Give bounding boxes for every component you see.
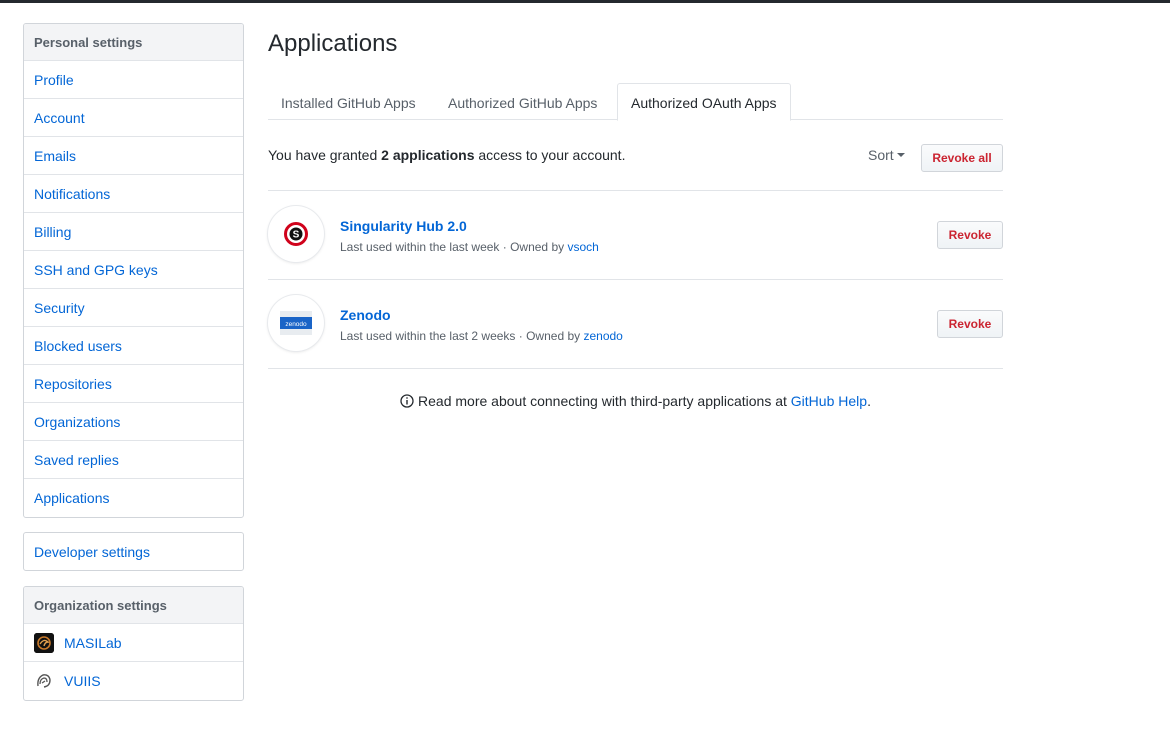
sidebar-item-org-vuiis[interactable]: VUIIS [24,662,243,700]
app-meta: Last used within the last week · Owned b… [340,240,599,254]
sidebar-item-account[interactable]: Account [24,99,243,137]
revoke-button[interactable]: Revoke [937,221,1003,249]
sort-dropdown[interactable]: Sort [868,147,905,163]
sidebar-item-billing[interactable]: Billing [24,213,243,251]
sidebar-item-org-masilab[interactable]: MASILab [24,624,243,662]
organization-settings-menu: Organization settings MASILab VUIIS [23,586,244,701]
oauth-app-row: S Singularity Hub 2.0 Last used within t… [268,190,1003,279]
organization-settings-heading: Organization settings [24,587,243,624]
tab-authorized-github-apps[interactable]: Authorized GitHub Apps [435,83,610,120]
personal-settings-heading: Personal settings [24,24,243,61]
oauth-app-row: zenodo Zenodo Last used within the last … [268,279,1003,368]
revoke-all-button[interactable]: Revoke all [921,144,1003,172]
summary-suffix: access to your account. [478,147,626,163]
app-owner-link[interactable]: vsoch [567,240,598,254]
personal-settings-menu: Personal settings Profile Account Emails… [23,23,244,518]
list-divider [268,368,1003,369]
sidebar-item-blocked-users[interactable]: Blocked users [24,327,243,365]
sidebar-item-emails[interactable]: Emails [24,137,243,175]
app-owner-link[interactable]: zenodo [583,329,622,343]
top-header-bar [0,0,1170,3]
zenodo-logo-icon: zenodo [268,295,324,351]
tab-installed-github-apps[interactable]: Installed GitHub Apps [268,83,429,120]
app-last-used: Last used within the last 2 weeks · Owne… [340,329,581,343]
zenodo-logo-text: zenodo [285,321,307,328]
application-tabs: Installed GitHub Apps Authorized GitHub … [268,83,1003,121]
tab-authorized-oauth-apps[interactable]: Authorized OAuth Apps [617,83,791,121]
sidebar-item-security[interactable]: Security [24,289,243,327]
developer-settings-menu: Developer settings [23,532,244,571]
summary-count: 2 applications [381,147,475,163]
singularity-hub-logo-icon: S [268,206,324,262]
sidebar-item-ssh-gpg-keys[interactable]: SSH and GPG keys [24,251,243,289]
info-icon [400,394,414,408]
sidebar-item-profile[interactable]: Profile [24,61,243,99]
help-text: Read more about connecting with third-pa… [418,393,787,409]
caret-down-icon [896,153,905,158]
app-name-link[interactable]: Zenodo [340,307,391,323]
sort-label: Sort [868,147,894,163]
org-label-masilab: MASILab [64,634,122,651]
org-label-vuiis: VUIIS [64,673,101,689]
sidebar-item-repositories[interactable]: Repositories [24,365,243,403]
summary-prefix: You have granted [268,147,378,163]
svg-text:S: S [293,230,300,241]
vuiis-avatar-icon [34,671,54,691]
help-note: Read more about connecting with third-pa… [268,393,1003,409]
github-help-link[interactable]: GitHub Help [791,393,867,409]
sidebar-item-developer-settings[interactable]: Developer settings [24,533,243,570]
app-last-used: Last used within the last week · Owned b… [340,240,565,254]
app-meta: Last used within the last 2 weeks · Owne… [340,329,623,343]
grant-summary: You have granted 2 applications access t… [268,147,625,163]
app-name-link[interactable]: Singularity Hub 2.0 [340,218,467,234]
sidebar-item-applications[interactable]: Applications [24,479,243,517]
sidebar-item-saved-replies[interactable]: Saved replies [24,441,243,479]
masilab-avatar-icon [34,632,54,653]
sidebar-item-notifications[interactable]: Notifications [24,175,243,213]
sidebar-item-organizations[interactable]: Organizations [24,403,243,441]
page-title: Applications [268,30,398,57]
revoke-button[interactable]: Revoke [937,310,1003,338]
help-suffix: . [867,393,871,409]
